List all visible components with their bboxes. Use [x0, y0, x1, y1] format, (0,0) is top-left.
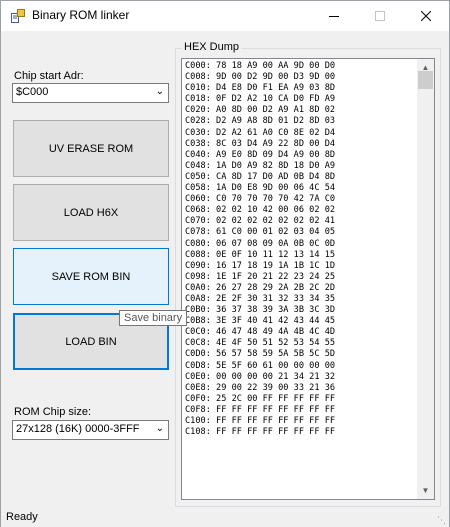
minimize-icon: [329, 16, 339, 17]
load-bin-label: LOAD BIN: [65, 335, 117, 348]
hex-line: C050: CA 8D 17 D0 AD 0B D4 8D: [185, 171, 336, 182]
minimize-button[interactable]: [311, 1, 357, 31]
hex-line: C008: 9D 00 D2 9D 00 D3 9D 00: [185, 72, 336, 83]
hex-line: C030: D2 A2 61 A0 C0 8E 02 D4: [185, 127, 336, 138]
chip-start-combo[interactable]: $C000 ⌄: [12, 83, 169, 103]
rom-size-combo[interactable]: 27x128 (16K) 0000-3FFF ⌄: [12, 420, 169, 440]
save-binary-tooltip: Save binary: [119, 310, 188, 326]
chevron-down-icon[interactable]: ⌄: [156, 86, 164, 97]
window-title: Binary ROM linker: [32, 8, 130, 22]
hex-line: C090: 16 17 18 19 1A 1B 1C 1D: [185, 260, 336, 271]
hex-line: C0B0: 36 37 38 39 3A 3B 3C 3D: [185, 305, 336, 316]
scroll-thumb[interactable]: [418, 71, 433, 89]
maximize-button[interactable]: [357, 1, 403, 31]
hex-line: C0D0: 56 57 58 59 5A 5B 5C 5D: [185, 349, 336, 360]
hex-dump-lines: C000: 78 18 A9 00 AA 9D 00 D0 C008: 9D 00…: [185, 61, 335, 438]
hex-line: C020: A0 8D 00 D2 A9 A1 8D 02: [185, 105, 336, 116]
hex-line: C0A0: 26 27 28 29 2A 2B 2C 2D: [185, 282, 336, 293]
hex-line: C0E0: 00 00 00 00 21 34 21 32: [185, 371, 336, 382]
uv-erase-rom-label: UV ERASE ROM: [48, 142, 134, 155]
load-h6x-label: LOAD H6X: [63, 206, 119, 219]
hex-line: C070: 02 02 02 02 02 02 02 41: [185, 216, 336, 227]
save-rom-bin-label: SAVE ROM BIN: [51, 270, 131, 283]
hex-line: C088: 0E 0F 10 11 12 13 14 15: [185, 249, 336, 260]
chip-start-label: Chip start Adr:: [14, 70, 84, 82]
hex-dump-textbox[interactable]: C000: 78 18 A9 00 AA 9D 00 D0 C008: 9D 00…: [181, 58, 435, 500]
hex-line: C080: 06 07 08 09 0A 0B 0C 0D: [185, 238, 336, 249]
hex-line: C068: 02 02 10 42 00 06 02 02: [185, 205, 336, 216]
hex-line: C0F0: 25 2C 00 FF FF FF FF FF: [185, 393, 336, 404]
app-icon: [11, 9, 25, 23]
hex-line: C060: C0 70 70 70 70 42 7A C0: [185, 194, 336, 205]
hex-line: C058: 1A D0 E8 9D 00 06 4C 54: [185, 183, 336, 194]
hex-line: C0D8: 5E 5F 60 61 00 00 00 00: [185, 360, 336, 371]
hex-line: C018: 0F D2 A2 10 CA D0 FD A9: [185, 94, 336, 105]
save-rom-bin-button[interactable]: SAVE ROM BIN: [13, 248, 169, 305]
rom-size-label: ROM Chip size:: [14, 406, 92, 418]
hex-line: C100: FF FF FF FF FF FF FF FF: [185, 416, 336, 426]
hex-line: C0C0: 46 47 48 49 4A 4B 4C 4D: [185, 327, 336, 338]
maximize-icon: [375, 11, 385, 21]
rom-size-value: 27x128 (16K) 0000-3FFF: [16, 423, 140, 435]
chevron-down-icon[interactable]: ⌄: [156, 423, 164, 434]
uv-erase-rom-button[interactable]: UV ERASE ROM: [13, 120, 169, 177]
close-icon: [421, 11, 431, 21]
app-window: Binary ROM linker Chip start Adr: $C000 …: [0, 0, 450, 527]
title-bar[interactable]: Binary ROM linker: [1, 1, 449, 31]
hex-line: C048: 1A D0 A9 82 8D 18 D0 A9: [185, 160, 336, 171]
load-h6x-button[interactable]: LOAD H6X: [13, 184, 169, 241]
hex-line: C0E8: 29 00 22 39 00 33 21 36: [185, 382, 336, 393]
status-bar: Ready ⋱: [1, 509, 449, 527]
hex-dump-title: HEX Dump: [182, 41, 242, 53]
hex-dump-scrollbar[interactable]: ▲ ▼: [417, 59, 434, 499]
hex-line: C038: 8C 03 D4 A9 22 8D 00 D4: [185, 138, 336, 149]
status-text: Ready: [6, 511, 38, 523]
hex-line: C0B8: 3E 3F 40 41 42 43 44 45: [185, 316, 336, 327]
scroll-down-icon[interactable]: ▼: [417, 482, 434, 499]
hex-line: C040: A9 E0 8D 09 D4 A9 00 8D: [185, 149, 336, 160]
chip-start-value: $C000: [16, 86, 49, 98]
hex-line: C078: 61 C0 00 01 02 03 04 05: [185, 227, 336, 238]
hex-line: C010: D4 E8 D0 F1 EA A9 03 8D: [185, 83, 336, 94]
hex-line: C0A8: 2E 2F 30 31 32 33 34 35: [185, 293, 336, 304]
resize-grip-icon[interactable]: ⋱: [437, 515, 447, 525]
hex-line: C098: 1E 1F 20 21 22 23 24 25: [185, 271, 336, 282]
hex-line: C0F8: FF FF FF FF FF FF FF FF: [185, 404, 336, 415]
hex-line: C028: D2 A9 A8 8D 01 D2 8D 03: [185, 116, 336, 127]
hex-line: C108: FF FF FF FF FF FF FF FF: [185, 427, 336, 438]
hex-line: C000: 78 18 A9 00 AA 9D 00 D0: [185, 61, 336, 71]
close-button[interactable]: [403, 1, 449, 31]
hex-line: C0C8: 4E 4F 50 51 52 53 54 55: [185, 338, 336, 349]
